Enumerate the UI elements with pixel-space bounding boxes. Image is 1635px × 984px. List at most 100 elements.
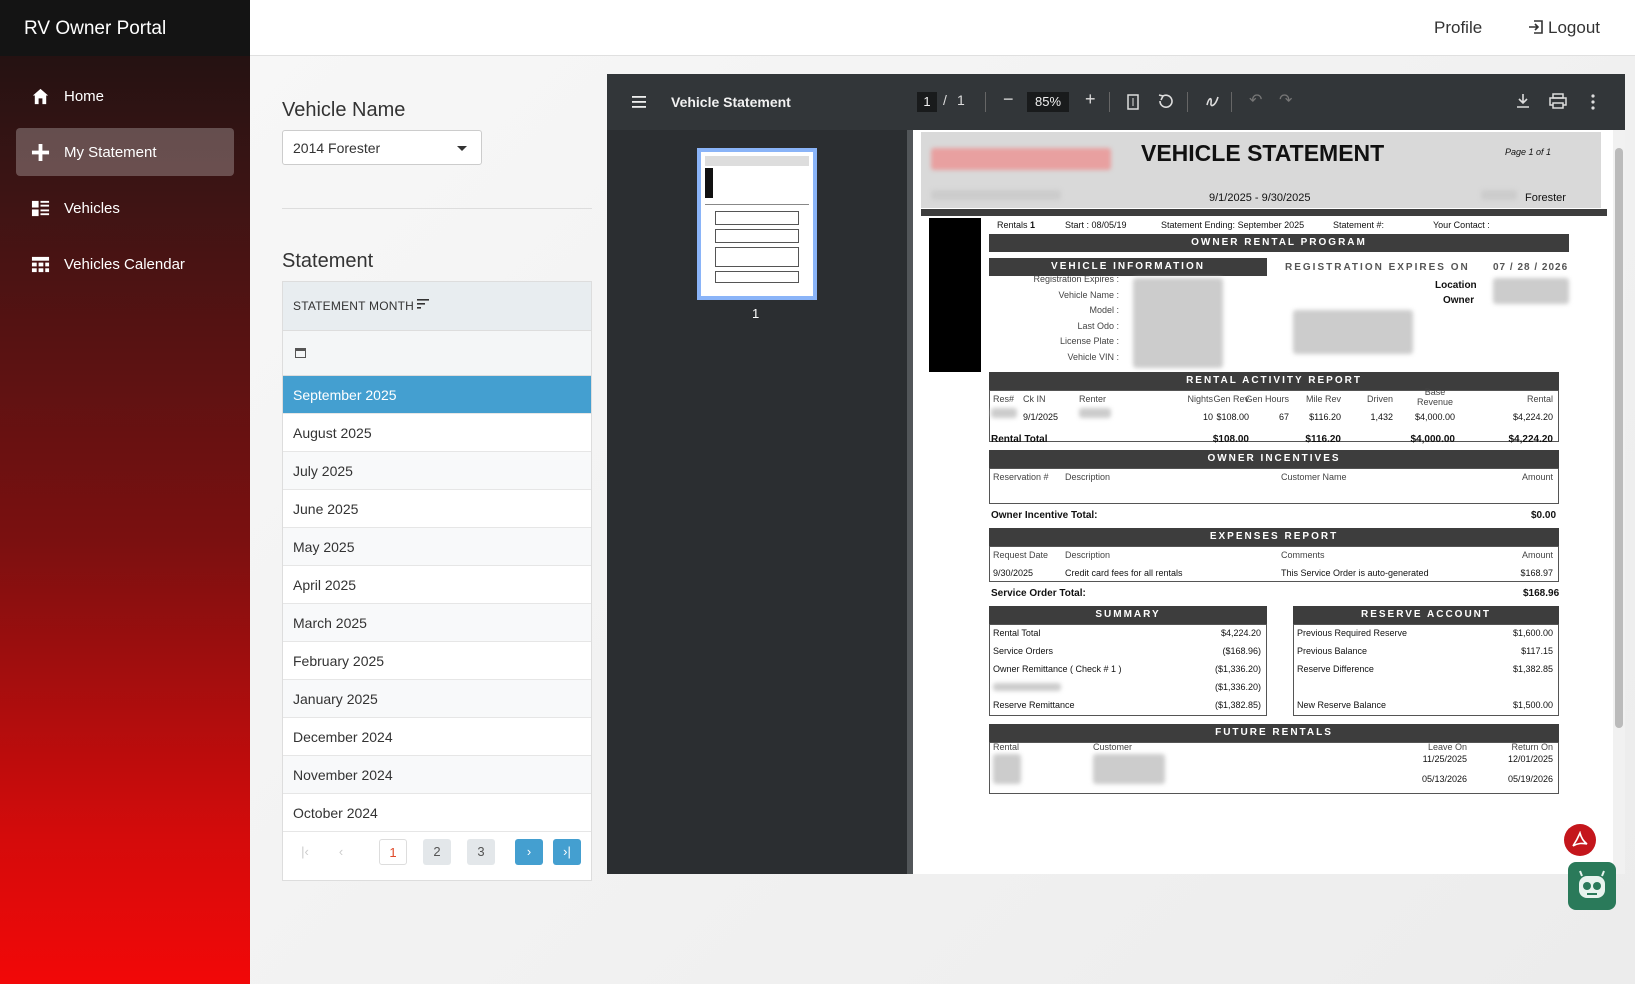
table-cell: 10: [1202, 412, 1213, 422]
statement-period: 9/1/2025 - 9/30/2025: [1209, 192, 1311, 204]
column-header-statement-month[interactable]: STATEMENT MONTH: [283, 282, 591, 331]
month-row[interactable]: November 2024: [283, 756, 591, 794]
vehicle-short-name: Forester: [1525, 192, 1566, 204]
future-rental-date: 05/19/2026: [1507, 774, 1553, 784]
zoom-input[interactable]: 85%: [1027, 92, 1069, 112]
acrobat-icon[interactable]: [1564, 824, 1596, 856]
summary-value: ($1,336.20): [1214, 664, 1261, 674]
sidebar-item-home[interactable]: Home: [16, 72, 234, 120]
scrollbar[interactable]: [1613, 130, 1625, 874]
sort-icon[interactable]: [417, 299, 429, 309]
section-owner-incentives: OWNER INCENTIVES: [989, 450, 1559, 468]
column-header: Customer: [1093, 742, 1133, 752]
month-row[interactable]: August 2025: [283, 414, 591, 452]
more-options-icon[interactable]: [1591, 94, 1595, 110]
page-thumbnail[interactable]: [697, 148, 817, 300]
month-row[interactable]: January 2025: [283, 680, 591, 718]
vehicle-info-label: Vehicle VIN :: [1067, 351, 1119, 362]
future-rental-date: 12/01/2025: [1507, 754, 1553, 764]
sidebar-item-vehicles[interactable]: Vehicles: [16, 184, 234, 232]
zoom-in-icon[interactable]: +: [1085, 89, 1096, 110]
barcode: [929, 218, 981, 372]
column-header: Gen Rev: [1213, 394, 1249, 404]
month-row[interactable]: September 2025: [283, 376, 591, 414]
fit-page-icon[interactable]: [1127, 94, 1139, 110]
page-button-2[interactable]: 2: [423, 839, 451, 865]
column-header: Base Revenue: [1416, 387, 1454, 407]
section-expenses-report: EXPENSES REPORT: [989, 528, 1559, 546]
rental-total-value: $4,000.00: [1410, 434, 1456, 445]
divider: [282, 208, 592, 209]
chatbot-icon[interactable]: [1568, 862, 1616, 910]
pdf-title: Vehicle Statement: [671, 94, 791, 110]
column-header: Res#: [993, 394, 1015, 404]
summary-label: Reserve Remittance: [993, 700, 1075, 710]
sidebar-item-vehicles-calendar[interactable]: Vehicles Calendar: [16, 240, 234, 288]
page-number-input[interactable]: 1: [917, 92, 937, 112]
first-page-icon[interactable]: |‹: [291, 839, 319, 865]
chevron-down-icon: [457, 146, 467, 151]
column-header: Renter: [1079, 394, 1107, 404]
table-cell: 9/30/2025: [993, 568, 1034, 578]
logout-link[interactable]: Logout: [1548, 18, 1600, 38]
print-icon[interactable]: [1549, 93, 1567, 109]
table-cell: $4,224.20: [1512, 412, 1553, 422]
future-rental-date: 11/25/2025: [1422, 754, 1467, 764]
pdf-toolbar: Vehicle Statement 1 / 1 − 85% + ↶ ↷: [607, 74, 1625, 130]
month-row[interactable]: May 2025: [283, 528, 591, 566]
month-row[interactable]: April 2025: [283, 566, 591, 604]
month-row[interactable]: February 2025: [283, 642, 591, 680]
summary-label: Service Orders: [993, 646, 1054, 656]
column-header: Amount: [1521, 550, 1553, 560]
future-rental-date: 05/13/2026: [1421, 774, 1467, 784]
list-icon: [31, 200, 50, 217]
month-row[interactable]: March 2025: [283, 604, 591, 642]
month-row[interactable]: July 2025: [283, 452, 591, 490]
vehicle-select[interactable]: 2014 Forester: [282, 130, 482, 165]
prev-page-icon[interactable]: ‹: [327, 839, 355, 865]
section-reserve-account: RESERVE ACCOUNT: [1293, 606, 1559, 624]
vehicle-name-heading: Vehicle Name: [282, 99, 406, 121]
sidebar-item-my-statement[interactable]: My Statement: [16, 128, 234, 176]
column-header: Customer Name: [1281, 472, 1347, 482]
month-row[interactable]: December 2024: [283, 718, 591, 756]
home-icon: [32, 88, 49, 105]
undo-icon[interactable]: ↶: [1249, 90, 1262, 110]
calendar-icon[interactable]: [295, 347, 306, 358]
column-header: Reservation #: [993, 472, 1049, 482]
reserve-label: Previous Balance: [1297, 646, 1368, 656]
column-header: Nights: [1187, 394, 1213, 404]
logout-icon[interactable]: [1528, 19, 1544, 35]
month-row[interactable]: October 2024: [283, 794, 591, 832]
column-header: Mile Rev: [1305, 394, 1341, 404]
reserve-value: $1,382.85: [1512, 664, 1553, 674]
annotate-icon[interactable]: [1205, 93, 1221, 109]
page-button-3[interactable]: 3: [467, 839, 495, 865]
next-page-icon[interactable]: ›: [515, 839, 543, 865]
page-separator: /: [943, 92, 947, 108]
reserve-value: $1,500.00: [1512, 700, 1553, 710]
vehicle-info-label: Last Odo :: [1077, 320, 1119, 331]
download-icon[interactable]: [1515, 93, 1531, 109]
month-row[interactable]: June 2025: [283, 490, 591, 528]
page-button-1[interactable]: 1: [379, 839, 407, 865]
last-page-icon[interactable]: ›|: [553, 839, 581, 865]
rental-total-value: $108.00: [1212, 434, 1249, 445]
rotate-icon[interactable]: [1157, 93, 1174, 110]
reserve-value: $117.15: [1521, 646, 1553, 656]
table-cell: $108.00: [1216, 412, 1249, 422]
date-filter[interactable]: [283, 331, 591, 376]
redacted-text: [993, 683, 1061, 691]
redo-icon[interactable]: ↷: [1279, 90, 1292, 110]
section-rental-activity-report: RENTAL ACTIVITY REPORT: [989, 372, 1559, 390]
menu-icon[interactable]: [632, 96, 646, 108]
zoom-out-icon[interactable]: −: [1003, 89, 1014, 110]
profile-link[interactable]: Profile: [1434, 18, 1482, 38]
table-cell: Credit card fees for all rentals: [1065, 568, 1183, 578]
page-label: Page 1 of 1: [1505, 147, 1552, 157]
sidebar-item-label: Vehicles Calendar: [64, 255, 185, 273]
reserve-value: $1,600.00: [1512, 628, 1553, 638]
calendar-icon: [31, 256, 50, 273]
column-header: Request Date: [993, 550, 1049, 560]
redacted-text: [1079, 408, 1111, 418]
